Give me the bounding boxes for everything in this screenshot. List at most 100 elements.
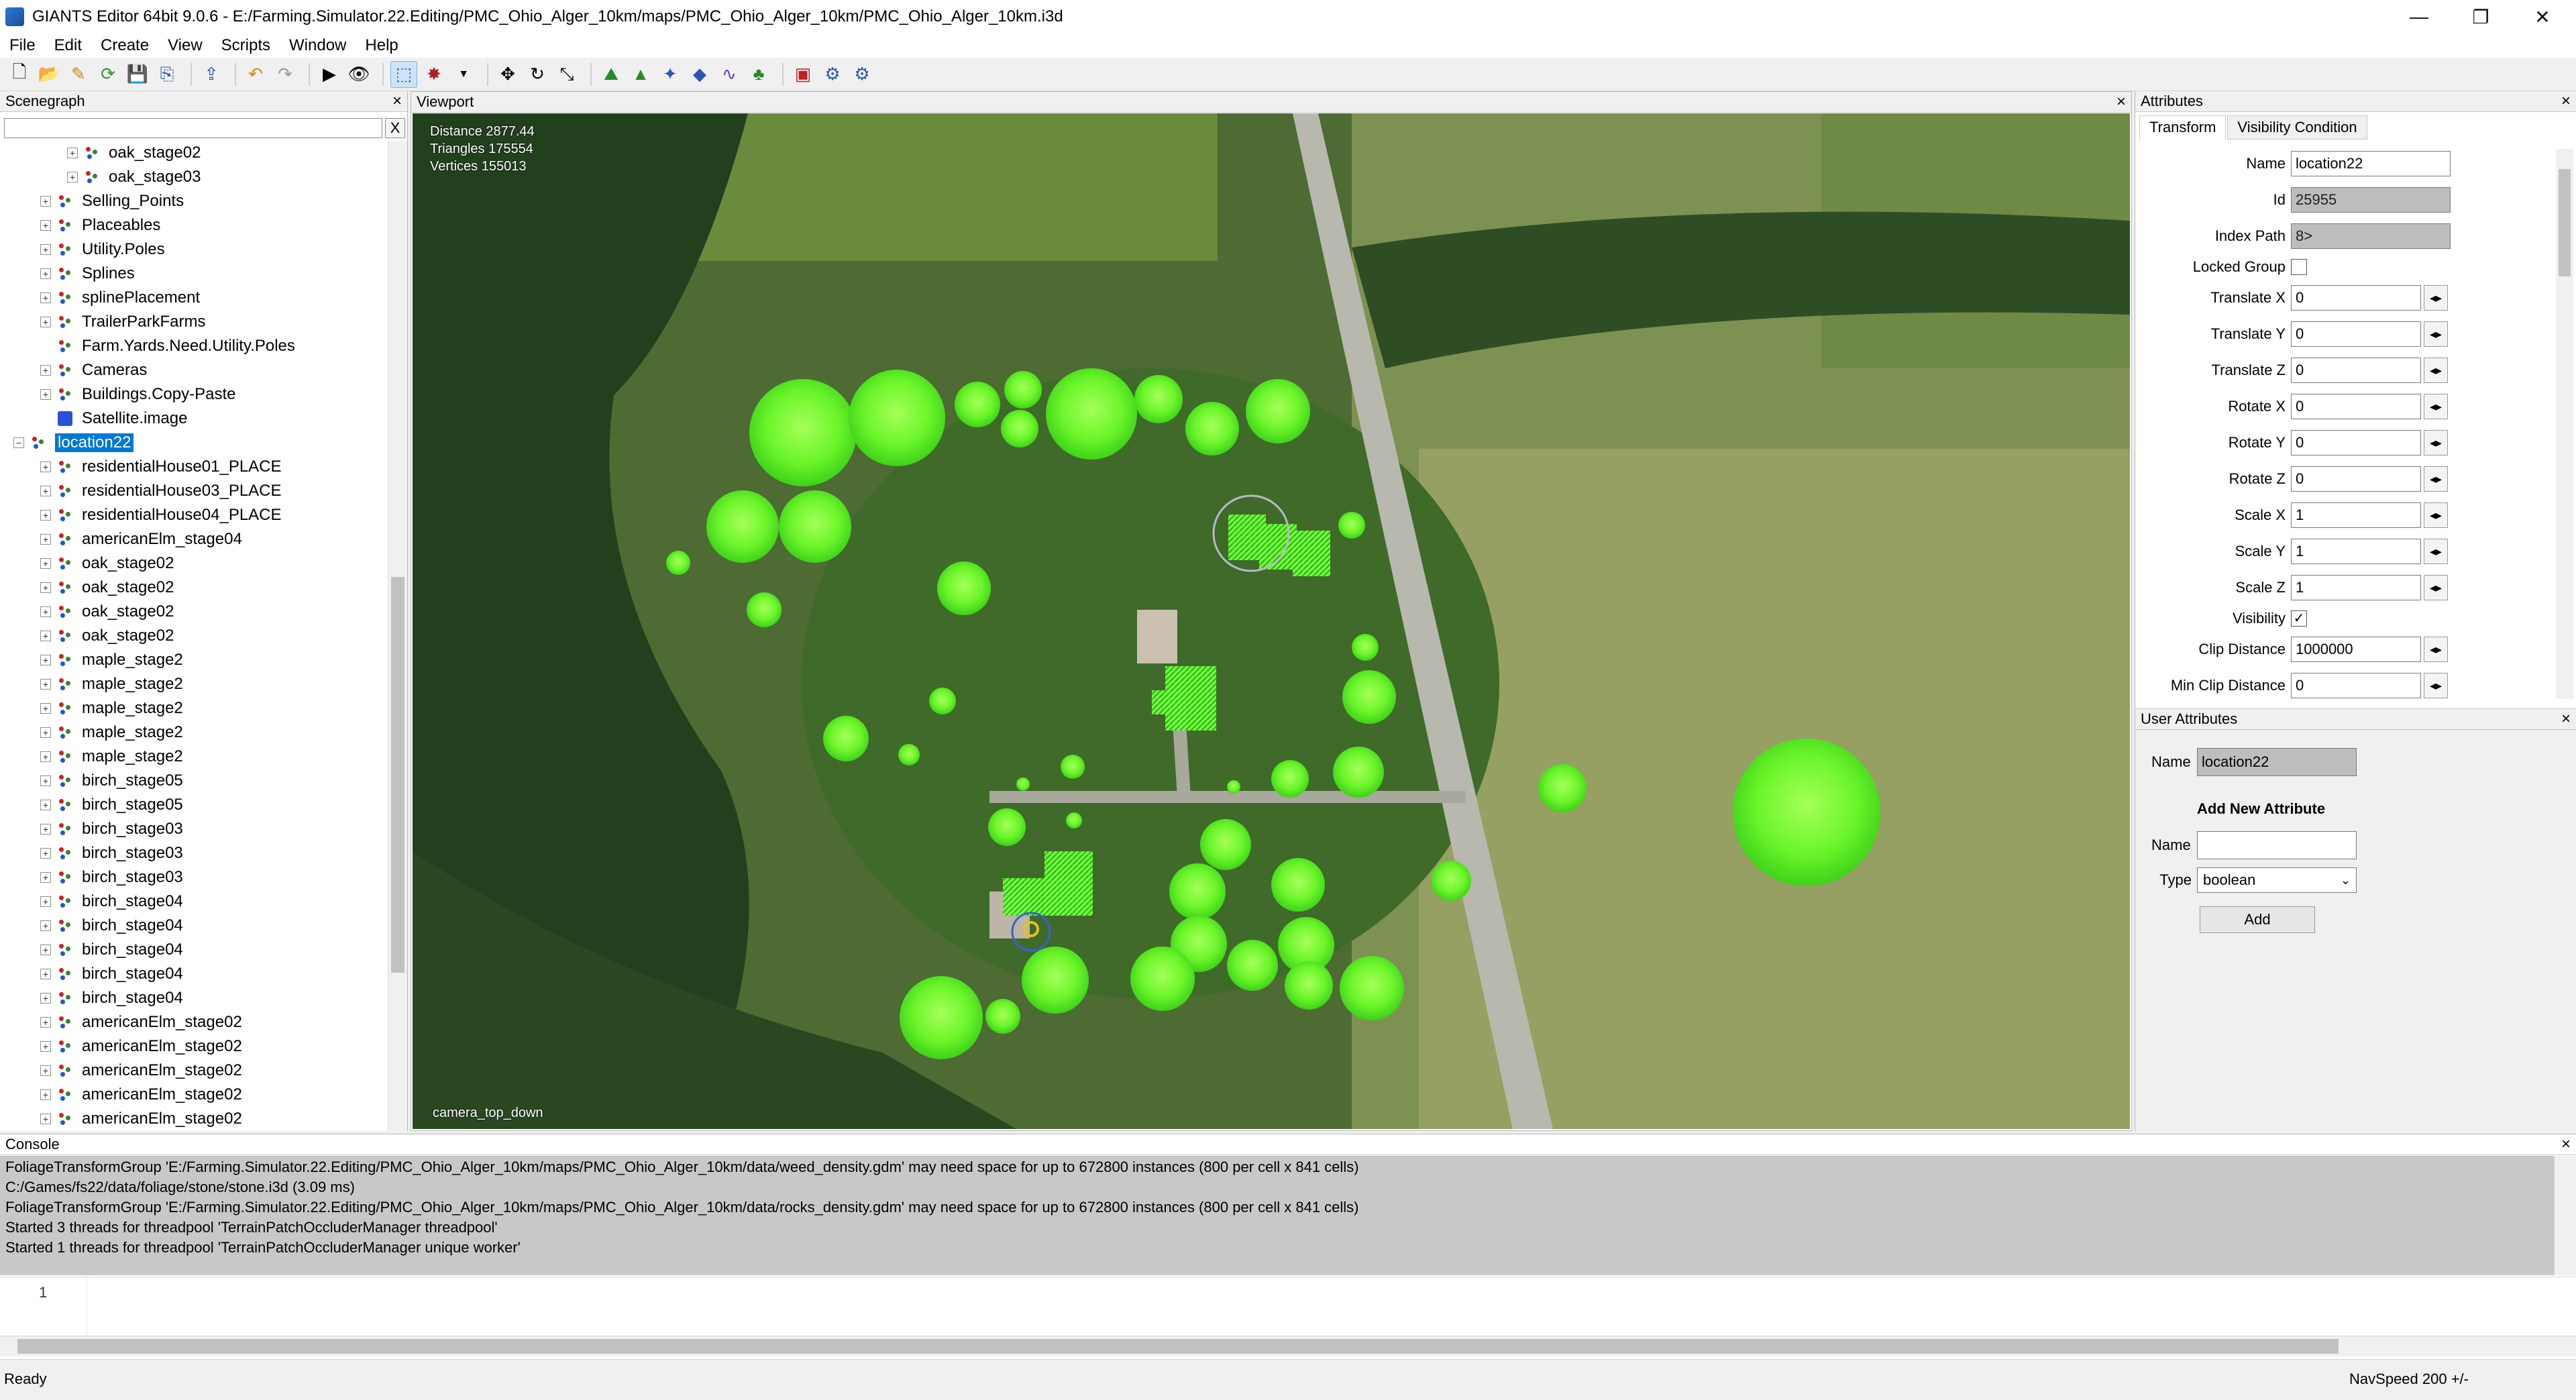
- tree-node[interactable]: + Buildings.Copy-Paste: [40, 382, 235, 407]
- select-icon[interactable]: ⬚: [390, 60, 417, 88]
- tree-node[interactable]: + oak_stage02: [40, 600, 174, 624]
- rotate-x-field[interactable]: 0: [2291, 394, 2421, 419]
- tab-visibility-condition[interactable]: Visibility Condition: [2227, 115, 2367, 140]
- tree-node[interactable]: + oak_stage02: [40, 551, 174, 576]
- rotate-y-spinner[interactable]: ◂▸: [2424, 430, 2448, 455]
- export-icon[interactable]: ⇪: [199, 62, 224, 87]
- expand-icon[interactable]: +: [67, 172, 78, 182]
- scenegraph-search-input[interactable]: [4, 118, 382, 138]
- attribute-type-select[interactable]: boolean ⌄: [2197, 867, 2357, 893]
- place-object-icon[interactable]: ◆: [687, 62, 712, 87]
- tree-node[interactable]: Farm.Yards.Need.Utility.Poles: [40, 334, 295, 358]
- expand-icon[interactable]: +: [40, 582, 51, 593]
- attributes-scrollbar[interactable]: [2556, 149, 2573, 699]
- expand-icon[interactable]: +: [40, 317, 51, 327]
- expand-icon[interactable]: +: [40, 292, 51, 303]
- expand-icon[interactable]: +: [40, 1017, 51, 1028]
- menu-window[interactable]: Window: [280, 36, 356, 55]
- expand-icon[interactable]: +: [40, 1041, 51, 1052]
- expand-icon[interactable]: +: [40, 751, 51, 762]
- min-clip-distance-field[interactable]: 0: [2291, 673, 2421, 698]
- close-window-button[interactable]: ✕: [2512, 0, 2573, 34]
- scenegraph-close-icon[interactable]: ×: [392, 91, 402, 111]
- tree-node[interactable]: + maple_stage2: [40, 648, 183, 672]
- console-horizontal-scrollbar[interactable]: [0, 1336, 2576, 1356]
- minimize-button[interactable]: —: [2388, 0, 2450, 34]
- terrain-paint-icon[interactable]: ▲: [628, 62, 653, 87]
- expand-icon[interactable]: +: [40, 655, 51, 665]
- spline-icon[interactable]: ∿: [716, 62, 742, 87]
- tree-node[interactable]: + maple_stage2: [40, 672, 183, 696]
- expand-icon[interactable]: +: [40, 679, 51, 690]
- tree-node[interactable]: + birch_stage05: [40, 793, 183, 817]
- tree-node[interactable]: + birch_stage04: [40, 938, 183, 962]
- dropdown-icon[interactable]: ▼: [451, 62, 476, 87]
- reload-icon[interactable]: ⟳: [95, 62, 121, 87]
- tree-node[interactable]: Satellite.image: [40, 407, 187, 431]
- tree-node[interactable]: + birch_stage03: [40, 817, 183, 841]
- menu-create[interactable]: Create: [91, 36, 158, 55]
- tree-node[interactable]: + americanElm_stage02: [40, 1083, 242, 1107]
- expand-icon[interactable]: +: [40, 800, 51, 810]
- scale-x-field[interactable]: 1: [2291, 502, 2421, 528]
- expand-icon[interactable]: +: [40, 945, 51, 955]
- translate-x-spinner[interactable]: ◂▸: [2424, 285, 2448, 311]
- tree-icon[interactable]: ♣: [746, 62, 771, 87]
- tree-node[interactable]: + birch_stage04: [40, 914, 183, 938]
- collapse-icon[interactable]: −: [13, 437, 24, 448]
- console-close-icon[interactable]: ×: [2561, 1134, 2571, 1154]
- user-attributes-close-icon[interactable]: ×: [2561, 709, 2571, 729]
- scale-x-spinner[interactable]: ◂▸: [2424, 502, 2448, 528]
- menu-file[interactable]: File: [0, 36, 45, 55]
- expand-icon[interactable]: +: [40, 1065, 51, 1076]
- tree-node[interactable]: + americanElm_stage04: [40, 527, 242, 551]
- edit-file-icon[interactable]: ✎: [66, 62, 91, 87]
- tree-node[interactable]: + maple_stage2: [40, 696, 183, 720]
- add-attribute-button[interactable]: Add: [2200, 906, 2315, 933]
- translate-x-field[interactable]: 0: [2291, 285, 2421, 311]
- scale-z-spinner[interactable]: ◂▸: [2424, 575, 2448, 600]
- foliage-paint-icon[interactable]: ✦: [657, 62, 683, 87]
- scenegraph-scroll-thumb[interactable]: [391, 577, 405, 973]
- tree-node[interactable]: + TrailerParkFarms: [40, 310, 205, 334]
- translate-y-spinner[interactable]: ◂▸: [2424, 321, 2448, 347]
- tree-node[interactable]: + oak_stage02: [40, 576, 174, 600]
- expand-icon[interactable]: +: [40, 220, 51, 231]
- new-file-icon[interactable]: 🗋: [7, 62, 32, 87]
- min-clip-distance-spinner[interactable]: ◂▸: [2424, 673, 2448, 698]
- tree-node[interactable]: + oak_stage02: [67, 141, 201, 165]
- tree-node[interactable]: + residentialHouse01_PLACE: [40, 455, 282, 479]
- menu-edit[interactable]: Edit: [45, 36, 91, 55]
- expand-icon[interactable]: +: [40, 1114, 51, 1124]
- visibility-checkbox[interactable]: ✓: [2291, 610, 2307, 627]
- tree-node[interactable]: + birch_stage04: [40, 890, 183, 914]
- tree-node[interactable]: + birch_stage05: [40, 769, 183, 793]
- console-log-scrollbar[interactable]: [2554, 1156, 2576, 1275]
- move-icon[interactable]: ✥: [495, 62, 521, 87]
- tree-node[interactable]: + birch_stage03: [40, 841, 183, 865]
- name-field[interactable]: location22: [2291, 151, 2451, 176]
- expand-icon[interactable]: +: [40, 244, 51, 255]
- tree-node[interactable]: + oak_stage03: [67, 165, 201, 189]
- scenegraph-search-clear-button[interactable]: X: [385, 118, 405, 138]
- attributes-scroll-thumb[interactable]: [2559, 169, 2571, 276]
- tree-node[interactable]: + Placeables: [40, 213, 160, 237]
- translate-z-spinner[interactable]: ◂▸: [2424, 358, 2448, 383]
- menu-view[interactable]: View: [158, 36, 212, 55]
- expand-icon[interactable]: +: [67, 148, 78, 158]
- tree-node[interactable]: + americanElm_stage02: [40, 1059, 242, 1083]
- tree-node[interactable]: + americanElm_stage02: [40, 1010, 242, 1034]
- expand-icon[interactable]: +: [40, 920, 51, 931]
- expand-icon[interactable]: +: [40, 727, 51, 738]
- expand-icon[interactable]: +: [40, 703, 51, 714]
- tab-transform[interactable]: Transform: [2139, 115, 2226, 140]
- expand-icon[interactable]: +: [40, 558, 51, 569]
- tree-node[interactable]: + maple_stage2: [40, 720, 183, 745]
- rotate-y-field[interactable]: 0: [2291, 430, 2421, 455]
- expand-icon[interactable]: +: [40, 365, 51, 376]
- tree-node-selected[interactable]: − location22: [13, 431, 134, 455]
- tree-node[interactable]: + Selling_Points: [40, 189, 184, 213]
- tree-node[interactable]: + americanElm_stage02: [40, 1034, 242, 1059]
- rotate-z-field[interactable]: 0: [2291, 466, 2421, 492]
- console-horizontal-scroll-thumb[interactable]: [17, 1339, 2339, 1354]
